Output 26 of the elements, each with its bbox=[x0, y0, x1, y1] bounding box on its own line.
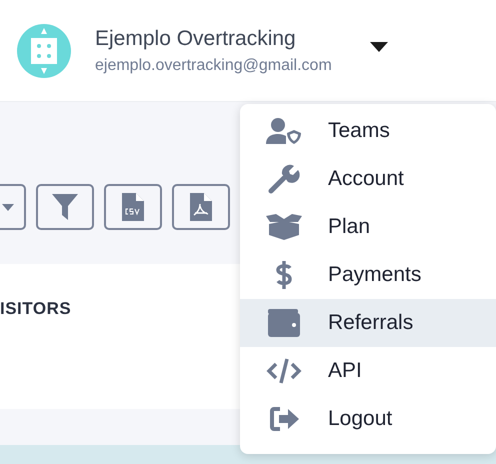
box-icon bbox=[266, 214, 302, 240]
user-email: ejemplo.overtracking@gmail.com bbox=[95, 56, 332, 74]
filter-button[interactable] bbox=[36, 184, 94, 230]
dollar-icon bbox=[275, 260, 293, 290]
csv-file-icon bbox=[122, 193, 144, 221]
menu-item[interactable]: Logout bbox=[240, 395, 496, 443]
pdf-button[interactable] bbox=[172, 184, 230, 230]
menu-item[interactable]: Referrals bbox=[240, 299, 496, 347]
user-shield-icon bbox=[266, 118, 302, 144]
menu-item[interactable]: Plan bbox=[240, 203, 496, 251]
pdf-file-icon bbox=[190, 193, 212, 221]
user-name: Ejemplo Overtracking bbox=[95, 26, 297, 50]
code-icon bbox=[266, 357, 302, 385]
menu-item[interactable]: Account bbox=[240, 155, 496, 203]
wrench-icon bbox=[268, 164, 300, 194]
logout-icon bbox=[269, 406, 299, 432]
avatar-icon bbox=[17, 24, 71, 78]
menu-item[interactable]: API bbox=[240, 347, 496, 395]
csv-button[interactable] bbox=[104, 184, 162, 230]
caret-icon bbox=[2, 204, 14, 210]
stat-label: ISITORS bbox=[0, 299, 72, 318]
wallet-icon bbox=[268, 309, 300, 337]
filter-icon bbox=[51, 193, 79, 221]
menu-item[interactable]: Teams bbox=[240, 107, 496, 155]
caret-icon[interactable] bbox=[370, 42, 388, 52]
menu-item[interactable]: Payments bbox=[240, 251, 496, 299]
